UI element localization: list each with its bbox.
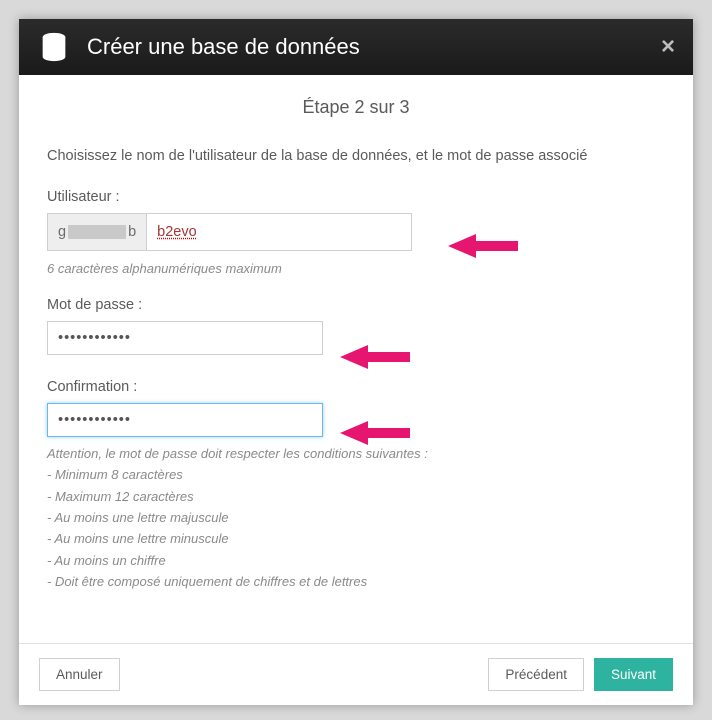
rules-intro: Attention, le mot de passe doit respecte…: [47, 443, 665, 464]
username-label: Utilisateur :: [47, 189, 665, 205]
previous-button[interactable]: Précédent: [488, 658, 584, 691]
password-field-group: Mot de passe : ••••••••••••: [47, 297, 665, 355]
rule-item: - Maximum 12 caractères: [47, 486, 665, 507]
password-label: Mot de passe :: [47, 297, 665, 313]
next-button[interactable]: Suivant: [594, 658, 673, 691]
redacted-segment: [68, 225, 126, 239]
confirm-input[interactable]: ••••••••••••: [47, 403, 323, 437]
cancel-button[interactable]: Annuler: [39, 658, 120, 691]
instructions-text: Choisissez le nom de l'utilisateur de la…: [47, 146, 665, 167]
rule-item: - Au moins un chiffre: [47, 550, 665, 571]
username-field-group: Utilisateur : gb b2evo 6 caractères alph…: [47, 189, 665, 279]
confirm-label: Confirmation :: [47, 379, 665, 395]
rule-item: - Minimum 8 caractères: [47, 464, 665, 485]
create-database-modal: Créer une base de données × Étape 2 sur …: [19, 19, 693, 705]
modal-body: Étape 2 sur 3 Choisissez le nom de l'uti…: [19, 75, 693, 643]
modal-header: Créer une base de données ×: [19, 19, 693, 75]
username-input[interactable]: b2evo: [146, 213, 412, 251]
modal-title: Créer une base de données: [87, 34, 645, 60]
username-hint: 6 caractères alphanumériques maximum: [47, 259, 665, 279]
modal-footer: Annuler Précédent Suivant: [19, 643, 693, 705]
password-rules: Attention, le mot de passe doit respecte…: [47, 443, 665, 593]
database-icon: [37, 30, 71, 64]
close-icon[interactable]: ×: [661, 35, 675, 59]
username-prefix: gb: [47, 213, 146, 251]
username-input-row: gb b2evo: [47, 213, 665, 251]
rule-item: - Doit être composé uniquement de chiffr…: [47, 571, 665, 592]
rule-item: - Au moins une lettre majuscule: [47, 507, 665, 528]
step-indicator: Étape 2 sur 3: [47, 97, 665, 118]
rule-item: - Au moins une lettre minuscule: [47, 528, 665, 549]
password-input[interactable]: ••••••••••••: [47, 321, 323, 355]
confirm-field-group: Confirmation : •••••••••••• Attention, l…: [47, 379, 665, 593]
